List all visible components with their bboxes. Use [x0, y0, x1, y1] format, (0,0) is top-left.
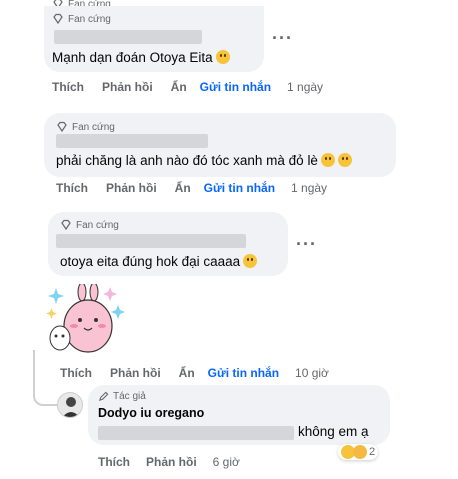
reply-button[interactable]: Phản hồi: [146, 455, 197, 469]
fan-badge: Fan cứng: [52, 13, 111, 25]
badge-label: Fan cứng: [72, 121, 115, 133]
badge-label: Tác giả: [113, 391, 146, 402]
blurred-author-name: [54, 30, 202, 44]
hide-button[interactable]: Ẩn: [171, 80, 187, 94]
timestamp[interactable]: 10 giờ: [295, 366, 329, 380]
send-message-button[interactable]: Gửi tin nhắn: [204, 181, 275, 195]
comment-text: phải chăng là anh nào đó tóc xanh mà đỏ …: [56, 153, 352, 168]
badge-label: Fan cứng: [68, 13, 111, 25]
comment-text: Mạnh dạn đoán Otoya Eita: [52, 50, 230, 65]
comment-actions: Thích Phản hồi Ẩn Gửi tin nhắn 1 ngày: [56, 181, 327, 195]
badge-label: Fan cứng: [76, 219, 119, 231]
diamond-icon: [61, 219, 71, 231]
reply-text: không em ạ: [298, 424, 369, 439]
more-options-button[interactable]: ···: [296, 234, 317, 255]
diamond-icon: [57, 121, 67, 133]
hide-button[interactable]: Ẩn: [179, 366, 195, 380]
reply-button[interactable]: Phản hồi: [106, 181, 157, 195]
bunny-sticker: [46, 284, 125, 353]
emoji-icon: [320, 153, 335, 167]
sad-reaction-icon: [353, 445, 367, 459]
emoji-icon: [337, 153, 352, 167]
blurred-author-name: [56, 234, 246, 248]
fan-badge: Fan cứng: [60, 219, 119, 231]
reply-actions: Thích Phản hồi 6 giờ: [98, 455, 240, 469]
author-avatar-image: [58, 393, 82, 417]
diamond-icon: [53, 13, 63, 25]
emoji-icon: [215, 50, 230, 64]
reply-author-name[interactable]: Dodyo iu oregano: [98, 406, 204, 420]
avatar[interactable]: [57, 392, 83, 418]
comment-actions: Thích Phản hồi Ẩn Gửi tin nhắn 10 giờ: [60, 366, 329, 380]
reply-button[interactable]: Phản hồi: [110, 366, 161, 380]
like-button[interactable]: Thích: [60, 366, 92, 380]
timestamp[interactable]: 1 ngày: [287, 80, 323, 94]
more-options-button[interactable]: ···: [272, 28, 293, 49]
reply-button[interactable]: Phản hồi: [102, 80, 153, 94]
like-button[interactable]: Thích: [98, 455, 130, 469]
timestamp[interactable]: 6 giờ: [213, 455, 240, 469]
reaction-count: 2: [369, 446, 376, 458]
blurred-reply-text: [98, 426, 294, 440]
like-button[interactable]: Thích: [56, 181, 88, 195]
blurred-author-name: [56, 134, 208, 148]
hide-button[interactable]: Ẩn: [175, 181, 191, 195]
send-message-button[interactable]: Gửi tin nhắn: [208, 366, 279, 380]
send-message-button[interactable]: Gửi tin nhắn: [200, 80, 271, 94]
author-badge: Tác giả: [98, 391, 146, 402]
fan-badge: Fan cứng: [56, 121, 115, 133]
like-button[interactable]: Thích: [52, 80, 84, 94]
reaction-summary[interactable]: 2: [338, 444, 379, 460]
thread-connector: [33, 350, 57, 406]
comment-text: otoya eita đúng hok đại caaaa: [60, 254, 258, 269]
emoji-icon: [243, 254, 258, 268]
pen-icon: [98, 391, 109, 402]
comment-actions: Thích Phản hồi Ẩn Gửi tin nhắn 1 ngày: [52, 80, 323, 94]
timestamp[interactable]: 1 ngày: [291, 181, 327, 195]
